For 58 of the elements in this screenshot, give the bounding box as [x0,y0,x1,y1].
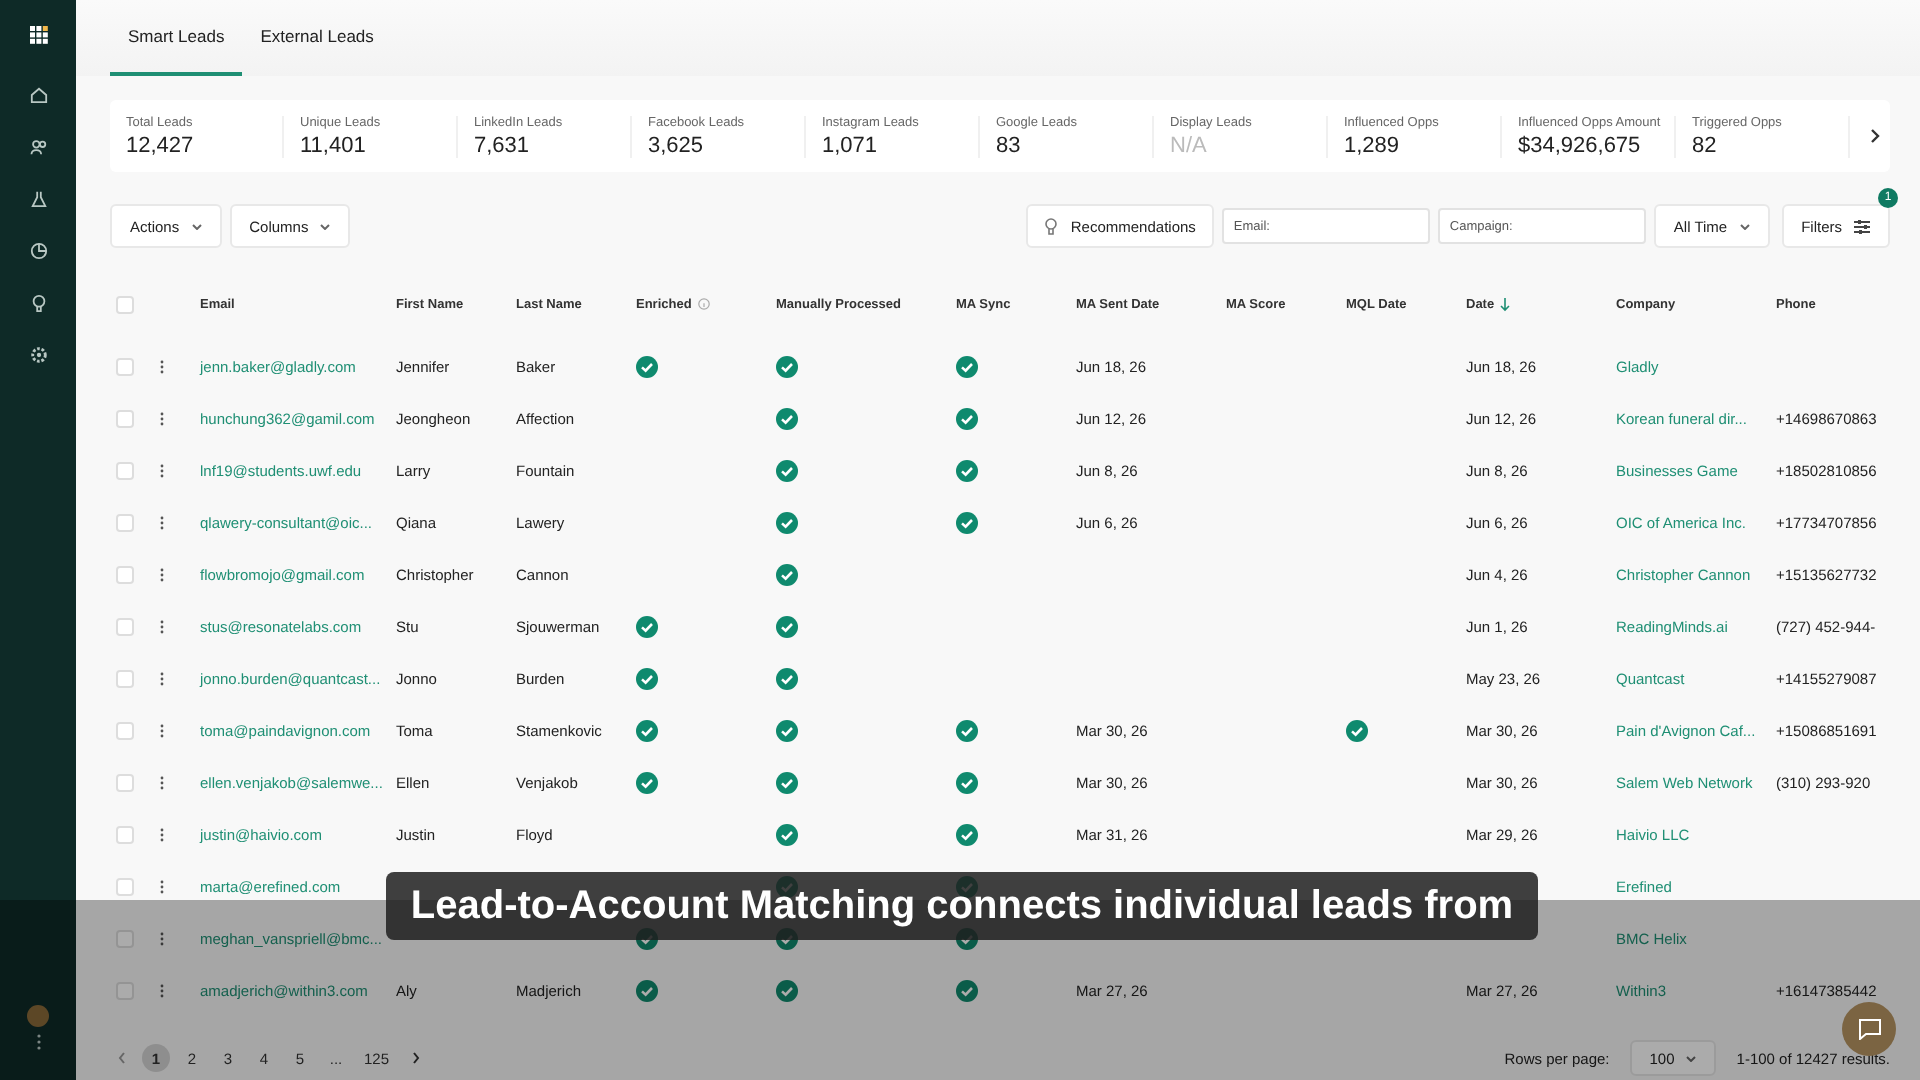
stat-value: N/A [1170,133,1209,157]
row-checkbox[interactable] [116,357,134,375]
caret-icon [320,223,331,229]
row-checkbox[interactable] [116,877,134,895]
drag-handle-icon[interactable] [160,723,164,737]
sliders-icon [1854,219,1870,233]
row-checkbox[interactable] [116,461,134,479]
next-page-icon[interactable] [411,1052,420,1064]
caret-icon [191,223,202,229]
drag-handle-icon[interactable] [160,879,164,893]
stat-value: 82 [1692,133,1719,157]
drag-handle-icon[interactable] [160,359,164,373]
row-checkbox[interactable] [116,825,134,843]
row-checkbox[interactable] [116,669,134,687]
stat-value: 3,625 [648,133,706,157]
drag-handle-icon[interactable] [160,983,164,997]
drag-handle-icon[interactable] [160,619,164,633]
tab[interactable]: Smart Leads [110,0,243,76]
row-checkbox[interactable] [116,513,134,531]
lightbulb-icon [1044,217,1059,235]
drag-handle-icon[interactable] [160,827,164,841]
stat-value: 83 [996,133,1023,157]
users-icon[interactable] [29,138,47,156]
settings-icon[interactable] [29,346,47,364]
drag-handle-icon[interactable] [160,567,164,581]
sort-down-icon[interactable] [1500,297,1511,311]
stat-value: $34,926,675 [1518,133,1643,157]
grid-logo-icon[interactable] [29,26,47,44]
row-checkbox[interactable] [116,721,134,739]
stat-value: 1,289 [1344,133,1402,157]
chat-button[interactable] [1842,1002,1896,1056]
home-icon[interactable] [29,86,47,104]
tab[interactable]: External Leads [242,0,392,76]
row-checkbox[interactable] [116,409,134,427]
drag-handle-icon[interactable] [160,671,164,685]
lightbulb-icon[interactable] [29,294,47,312]
caret-icon [1686,1055,1697,1061]
chevron-right-icon[interactable] [1870,128,1880,144]
stat-value: 1,071 [822,133,880,157]
drag-handle-icon[interactable] [160,931,164,945]
caret-icon [1739,223,1750,229]
stat-value: 12,427 [126,133,196,157]
row-checkbox[interactable] [116,565,134,583]
drag-handle-icon[interactable] [160,775,164,789]
flask-icon[interactable] [29,190,47,208]
stat-value: 7,631 [474,133,532,157]
more-icon[interactable] [35,1034,41,1050]
row-checkbox[interactable] [116,773,134,791]
row-checkbox[interactable] [116,617,134,635]
chat-icon [1857,1018,1881,1040]
drag-handle-icon[interactable] [160,515,164,529]
select-all-checkbox[interactable] [116,295,134,313]
drag-handle-icon[interactable] [160,411,164,425]
video-caption: Lead-to-Account Matching connects individual leads from [386,872,1538,940]
stat-value: 11,401 [300,133,368,157]
pie-chart-icon[interactable] [29,242,47,260]
info-icon [697,298,710,310]
drag-handle-icon[interactable] [160,463,164,477]
